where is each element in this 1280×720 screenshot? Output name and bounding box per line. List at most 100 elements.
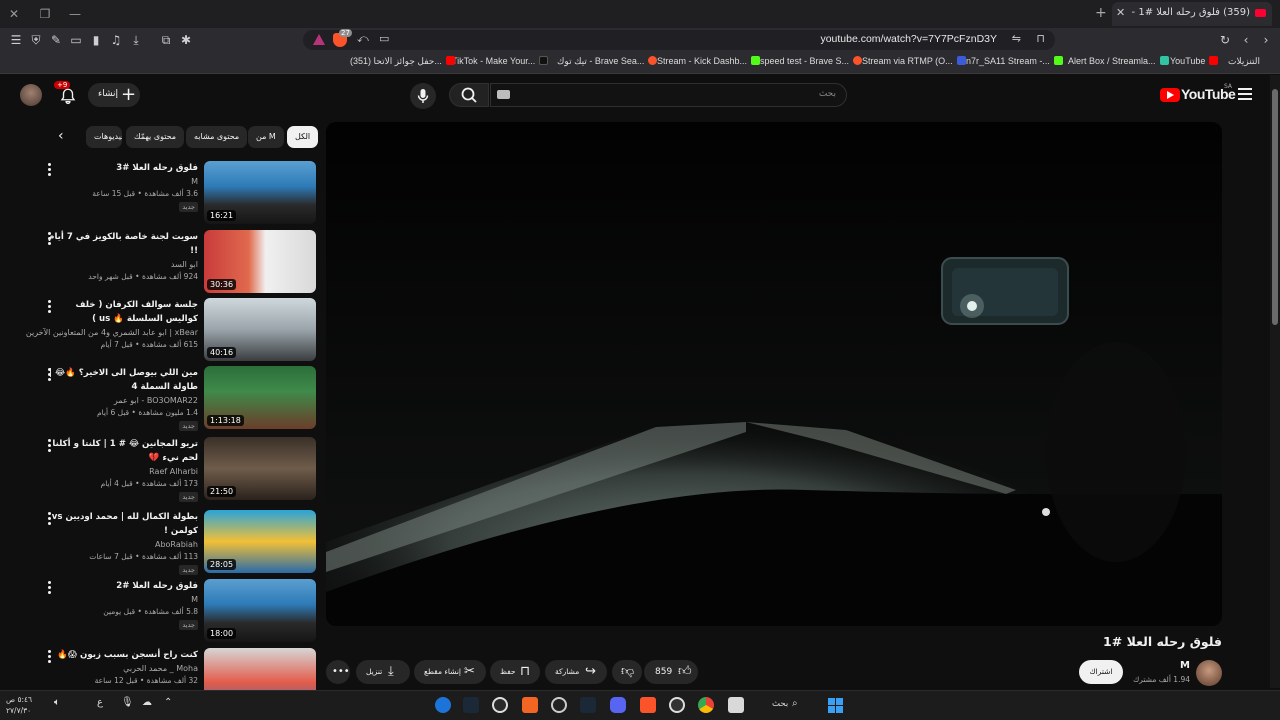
system-clock[interactable]: ٥:٤٦ ص ٢٧/٧/٣٠: [6, 694, 32, 716]
create-button[interactable]: إنشاء +: [88, 83, 140, 107]
video-thumbnail[interactable]: 30:36: [204, 230, 316, 293]
new-tab-button[interactable]: +: [1095, 5, 1107, 21]
bookmark-item[interactable]: TikTok - Make Your...: [452, 56, 549, 66]
more-vertical-icon[interactable]: [48, 300, 52, 315]
recommendation-item[interactable]: 1:13:18 مين اللي بيوصل الى الاخير؟ 🔥😂 | ط…: [40, 366, 316, 431]
settings-icon[interactable]: [669, 697, 685, 713]
recommendation-channel[interactable]: AboRabiah: [155, 540, 198, 549]
back-icon[interactable]: ›: [1258, 32, 1274, 48]
more-vertical-icon[interactable]: [48, 232, 52, 247]
chip-related[interactable]: محتوى مشابه: [186, 126, 248, 148]
recommendation-channel[interactable]: M: [191, 595, 198, 604]
more-vertical-icon[interactable]: [48, 650, 52, 665]
app-icon[interactable]: [435, 697, 451, 713]
steam-icon[interactable]: [463, 697, 479, 713]
url-text[interactable]: youtube.com/watch?v=7Y7PcFznD3Y: [820, 33, 997, 45]
bookmark-item[interactable]: (351) حفل جوائز الاتحا...: [350, 56, 455, 67]
bookmark-item[interactable]: Stream via RTMP (O...: [862, 56, 966, 66]
obs-icon[interactable]: [492, 697, 508, 713]
bookmark-item[interactable]: التنزيلات: [1228, 56, 1260, 67]
close-window-icon[interactable]: ✕: [6, 6, 22, 22]
more-vertical-icon[interactable]: [48, 163, 52, 178]
reading-list-icon[interactable]: ▮: [88, 32, 104, 48]
minimize-window-icon[interactable]: —: [67, 6, 83, 22]
microphone-tray-icon[interactable]: 🎙︎: [121, 697, 134, 708]
app-circle-icon[interactable]: [551, 697, 567, 713]
recommendation-title[interactable]: كنت راح أنسجن بسبب زبون 😱🔥: [42, 648, 198, 662]
maximize-window-icon[interactable]: ❐: [37, 6, 53, 22]
bookmark-item[interactable]: Stream - Kick Dashb...: [657, 56, 761, 66]
wallet-icon[interactable]: ✎: [48, 32, 64, 48]
brave-rewards-icon[interactable]: [313, 34, 325, 45]
page-scrollbar[interactable]: [1270, 75, 1280, 688]
recommendation-title[interactable]: سويت لجنة خاصة بالكويز في 7 أيام !!: [42, 230, 198, 258]
recommendation-channel[interactable]: Raef Alharbi: [149, 467, 198, 476]
dislike-button[interactable]: 👎︎: [612, 660, 642, 684]
share-button[interactable]: ↪ مشاركة: [545, 660, 607, 684]
more-vertical-icon[interactable]: [48, 581, 52, 596]
recommendation-channel[interactable]: xBear | ابو عابد الشمري و4 من المتعاونين…: [26, 328, 198, 337]
address-bar[interactable]: 27 ⤺ ▭ youtube.com/watch?v=7Y7PcFznD3Y ⇋…: [303, 29, 1055, 50]
video-thumbnail[interactable]: 21:50: [204, 437, 316, 500]
more-actions-button[interactable]: •••: [326, 660, 350, 684]
chip-from-channel[interactable]: من M: [248, 126, 284, 148]
start-button[interactable]: [828, 698, 843, 713]
scrollbar-thumb[interactable]: [1272, 89, 1278, 325]
download-icon[interactable]: ⤓: [128, 32, 144, 48]
recommendation-item[interactable]: 28:05 بطولة الكمال لله | محمد اوديين vs ك…: [40, 510, 316, 575]
close-tab-icon[interactable]: ✕: [1116, 6, 1125, 19]
bookmark-icon[interactable]: ⊓: [1036, 32, 1045, 45]
recommendation-channel[interactable]: Moha _ محمد الحربي: [123, 664, 198, 673]
voice-search-button[interactable]: [410, 83, 436, 109]
recommendation-title[interactable]: بطولة الكمال لله | محمد اوديين vs كولمن …: [42, 510, 198, 538]
recommendation-item[interactable]: 21:50 تريو المجانين 😂 # 1 | كلنتا و أكلنا…: [40, 437, 316, 502]
video-thumbnail[interactable]: 18:00: [204, 579, 316, 642]
more-vertical-icon[interactable]: [48, 512, 52, 527]
like-icon[interactable]: 👍︎: [678, 660, 692, 684]
discord-icon[interactable]: [610, 697, 626, 713]
chevron-up-icon[interactable]: ⌃: [164, 697, 172, 708]
recommendation-title[interactable]: فلوق رحله العلا #2: [42, 579, 198, 593]
recommendation-title[interactable]: جلسة سوالف الكرفان ( خلف كواليس السلسلة …: [42, 298, 198, 326]
recommendation-item[interactable]: 18:00 فلوق رحله العلا #2 M 5.8 ألف مشاهدة •…: [40, 579, 316, 643]
bookmark-item[interactable]: YouTube: [1170, 56, 1219, 66]
channel-avatar[interactable]: [1196, 660, 1222, 686]
search-button[interactable]: [449, 83, 489, 107]
chip-for-you[interactable]: محتوى يهمّك: [126, 126, 185, 148]
video-player[interactable]: [326, 122, 1222, 626]
recommendation-item[interactable]: 30:36 سويت لجنة خاصة بالكويز في 7 أيام !!…: [40, 230, 316, 294]
recommendation-channel[interactable]: BO3OMAR22 - ابو عمر: [114, 396, 198, 405]
chip-videos[interactable]: فيديوهات: [86, 126, 122, 148]
subscribe-button[interactable]: اشتراك: [1079, 660, 1123, 684]
guide-menu-button[interactable]: [1238, 88, 1252, 103]
file-explorer-icon[interactable]: [728, 697, 744, 713]
sidebar-icon[interactable]: ▭: [68, 32, 84, 48]
bookmark-item[interactable]: تيك توك - Brave Sea...: [557, 56, 658, 67]
screenshot-icon[interactable]: ⧉: [158, 32, 174, 48]
recommendation-channel[interactable]: ابو السد: [171, 260, 198, 269]
volume-icon[interactable]: 🔈︎: [54, 697, 60, 708]
app-orange-icon[interactable]: [522, 697, 538, 713]
bookmark-item[interactable]: speed test - Brave S...: [760, 56, 863, 66]
cast-icon[interactable]: ▭: [379, 32, 389, 45]
steam-icon[interactable]: [580, 697, 596, 713]
video-thumbnail[interactable]: 16:21: [204, 161, 316, 224]
more-vertical-icon[interactable]: [48, 368, 52, 383]
save-button[interactable]: ⊓ حفظ: [490, 660, 540, 684]
media-icon[interactable]: ♫: [108, 32, 124, 48]
brave-icon[interactable]: [640, 697, 656, 713]
search-input[interactable]: بحث: [490, 83, 847, 107]
chrome-icon[interactable]: [698, 697, 714, 713]
bookmark-item[interactable]: Alert Box / Streamla...: [1068, 56, 1169, 66]
recommendation-title[interactable]: تريو المجانين 😂 # 1 | كلنتا و أكلنا لحم …: [42, 437, 198, 465]
video-thumbnail[interactable]: 40:16: [204, 298, 316, 361]
vpn-shield-icon[interactable]: ⛨: [28, 32, 44, 48]
site-settings-icon[interactable]: ⇋: [1012, 32, 1021, 45]
recommendation-title[interactable]: مين اللي بيوصل الى الاخير؟ 🔥😂 | طاولة ال…: [42, 366, 198, 394]
menu-icon[interactable]: ☰: [8, 32, 24, 48]
recommendation-item[interactable]: 40:16 جلسة سوالف الكرفان ( خلف كواليس الس…: [26, 298, 316, 362]
forward-icon[interactable]: ‹: [1238, 32, 1254, 48]
video-thumbnail[interactable]: 28:05: [204, 510, 316, 573]
download-button[interactable]: ⤓ تنزيل: [356, 660, 410, 684]
account-avatar[interactable]: [20, 84, 42, 106]
